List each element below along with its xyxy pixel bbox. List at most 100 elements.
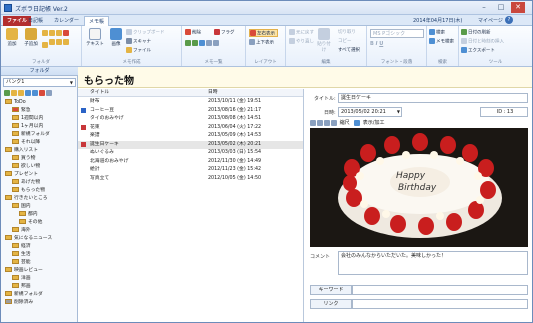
help-icon[interactable]: ? xyxy=(505,16,513,24)
memo-search-button[interactable]: メモ検索 xyxy=(429,38,454,46)
sidebar-item[interactable]: その他 xyxy=(3,219,76,227)
sidebar-item[interactable]: 生活 xyxy=(3,251,76,259)
table-row[interactable]: 楽譜 2013/05/09 (木) 14:53 xyxy=(78,132,303,140)
table-row[interactable]: 花束 2013/06/04 (火) 17:22 xyxy=(78,124,303,132)
new-text-memo-button[interactable]: テキスト xyxy=(85,28,105,47)
column-date[interactable]: 日時 xyxy=(208,89,218,97)
table-row[interactable]: 写真立て 2012/10/05 (金) 14:50 xyxy=(78,175,303,183)
zoom-in-icon[interactable] xyxy=(310,119,316,126)
date-refresh-button[interactable]: 日付の刷新 xyxy=(461,29,491,37)
folder-props-icon[interactable] xyxy=(63,39,69,45)
folder-delete-icon[interactable] xyxy=(63,30,69,36)
sidebar-item[interactable]: 新規フォルダ xyxy=(3,131,76,139)
sidebar-item[interactable]: 国内 xyxy=(3,203,76,211)
redo-button[interactable]: やり直し xyxy=(289,38,314,46)
sidebar-item[interactable]: 洋画 xyxy=(3,275,76,283)
sidebar-item[interactable]: 気になるニュース xyxy=(3,235,76,243)
sidebar-item[interactable]: 経済 xyxy=(3,243,76,251)
list-view-icon[interactable] xyxy=(206,40,212,46)
sidebar-item[interactable]: 欲しい物 xyxy=(3,163,76,171)
select-all-button[interactable]: すべて選択 xyxy=(338,47,360,55)
folder-rename-icon[interactable] xyxy=(42,30,48,36)
open-folder-icon[interactable] xyxy=(18,90,24,96)
table-row[interactable]: 誕生日ケーキ 2013/05/02 (木) 20:21 xyxy=(78,140,303,149)
sidebar-item[interactable]: 都内 xyxy=(3,211,76,219)
folder-move-icon[interactable] xyxy=(49,30,55,36)
sidebar-item[interactable]: 新規フォルダ xyxy=(3,291,76,299)
new-image-memo-button[interactable]: 画像 xyxy=(108,28,124,47)
copy-button[interactable]: コピー xyxy=(338,38,352,46)
folder-up-icon[interactable] xyxy=(42,41,48,48)
tab-calendar[interactable]: カレンダー xyxy=(50,16,83,26)
table-row[interactable]: コーヒー豆 2013/08/16 (金) 21:17 xyxy=(78,107,303,115)
underline-button[interactable]: U xyxy=(379,41,383,47)
sidebar-item[interactable]: あげた物 xyxy=(3,179,76,187)
remove-folder-icon[interactable] xyxy=(39,90,45,96)
italic-button[interactable]: I xyxy=(376,41,378,47)
minimize-button[interactable]: – xyxy=(477,2,491,13)
settings-icon[interactable] xyxy=(46,90,52,96)
scanner-button[interactable]: スキャナ xyxy=(126,38,151,46)
new-folder-icon[interactable] xyxy=(4,90,10,96)
keyword-field[interactable] xyxy=(352,285,528,295)
layout-ud-button[interactable]: 上下表示 xyxy=(249,39,274,47)
display-edit-button[interactable]: 表示/加工 xyxy=(363,120,385,126)
detail-view-icon[interactable] xyxy=(213,40,219,46)
sidebar-item[interactable]: 1週間以内 xyxy=(3,115,76,123)
sidebar-item[interactable]: 削除済み xyxy=(3,299,76,307)
sidebar-item[interactable]: 購入リスト xyxy=(3,147,76,155)
clipboard-button[interactable]: クリップボード xyxy=(126,29,165,37)
undo-button[interactable]: 元に戻す xyxy=(289,29,314,37)
table-row[interactable]: 北海道のおみやげ 2012/11/30 (金) 14:49 xyxy=(78,158,303,166)
table-row[interactable]: 財布 2013/10/11 (金) 19:51 xyxy=(78,98,303,106)
sidebar-item[interactable]: 緊急 xyxy=(3,107,76,115)
rotate-left-icon[interactable] xyxy=(324,119,330,126)
link-field[interactable] xyxy=(352,299,528,309)
keyword-button[interactable]: キーワード xyxy=(310,285,352,295)
sidebar-item[interactable]: 買う物 xyxy=(3,155,76,163)
bank-select[interactable]: バンク1 ▼ xyxy=(3,78,76,87)
folder-icon[interactable] xyxy=(11,90,17,96)
link-button[interactable]: リンク xyxy=(310,299,352,309)
bold-button[interactable]: B xyxy=(370,41,374,47)
add-folder-button[interactable]: 追加 xyxy=(4,28,20,47)
tab-memo[interactable]: メモ帳 xyxy=(84,16,110,26)
folder-copy-icon[interactable] xyxy=(56,30,62,36)
export-button[interactable]: エクスポート xyxy=(461,47,495,55)
sidebar-item[interactable]: ToDo xyxy=(3,99,76,107)
rotate-right-icon[interactable] xyxy=(331,119,337,126)
font-family-select[interactable]: MS Pゴシック xyxy=(370,29,424,38)
sidebar-item[interactable]: 行きたいところ xyxy=(3,195,76,203)
table-row[interactable]: タイのおみやげ 2013/08/08 (木) 14:51 xyxy=(78,115,303,123)
title-field[interactable]: 誕生日ケーキ xyxy=(338,93,528,103)
comment-field[interactable]: 会社のみんなからいただいた。美味しかった！ xyxy=(338,251,528,275)
maximize-button[interactable]: □ xyxy=(494,2,508,13)
move-up-icon[interactable] xyxy=(185,40,191,46)
sidebar-item[interactable]: 映画レビュー xyxy=(3,267,76,275)
find-button[interactable]: 検索 xyxy=(429,29,445,37)
collapse-icon[interactable] xyxy=(32,90,38,96)
file-import-button[interactable]: ファイル xyxy=(126,47,151,55)
close-button[interactable]: ✕ xyxy=(511,2,525,13)
flag-button[interactable]: フラグ xyxy=(214,29,235,37)
fit-select[interactable]: 縮尺 xyxy=(340,120,350,126)
sidebar-item[interactable]: 海外 xyxy=(3,227,76,235)
sidebar-item[interactable]: プレゼント xyxy=(3,171,76,179)
delete-memo-button[interactable]: 削除 xyxy=(185,29,201,37)
column-title[interactable]: タイトル xyxy=(90,89,109,97)
sidebar-item[interactable]: 1ヶ月以内 xyxy=(3,123,76,131)
layout-lr-button[interactable]: 左右表示 xyxy=(249,29,278,37)
table-row[interactable]: ぬいぐるみ 2013/03/03 (日) 15:54 xyxy=(78,149,303,157)
image-edit-icon[interactable] xyxy=(354,119,361,126)
paste-button[interactable]: 貼り付け xyxy=(316,28,332,53)
mypage-link[interactable]: マイページ xyxy=(478,17,503,24)
date-field[interactable]: 2013/05/02 20:21 ▼ xyxy=(338,107,402,117)
sidebar-item[interactable]: それ以降 xyxy=(3,139,76,147)
cut-button[interactable]: 切り取り xyxy=(338,29,356,37)
zoom-out-icon[interactable] xyxy=(317,119,323,126)
sidebar-item[interactable]: 芸能 xyxy=(3,259,76,267)
table-row[interactable]: 絵計 2012/11/23 (金) 15:42 xyxy=(78,166,303,174)
folder-sort-icon[interactable] xyxy=(56,39,62,45)
folder-down-icon[interactable] xyxy=(49,39,55,45)
sidebar-item[interactable]: もらった物 xyxy=(3,187,76,195)
